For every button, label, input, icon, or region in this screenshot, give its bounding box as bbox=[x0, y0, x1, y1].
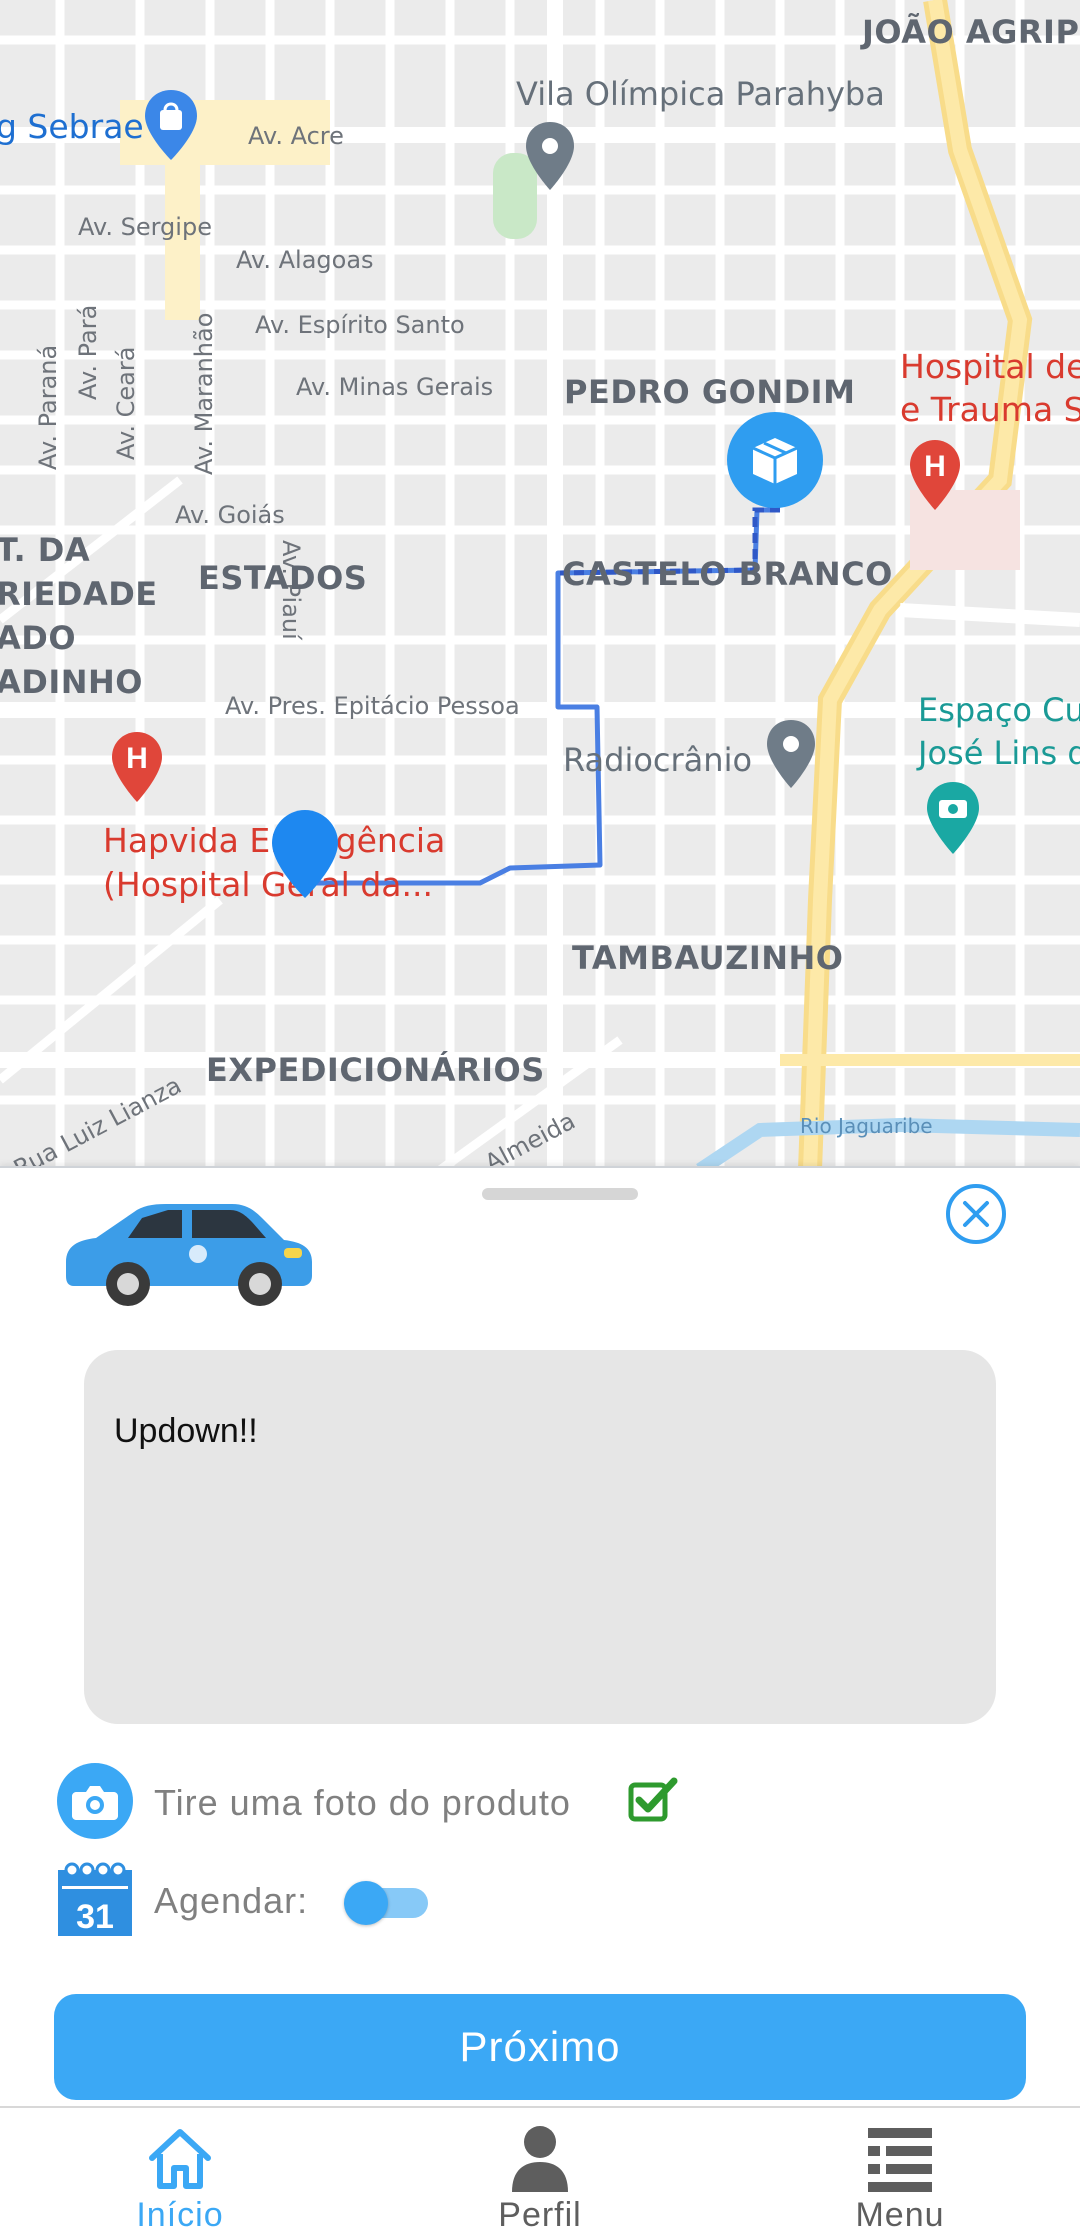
map-label-district: PEDRO GONDIM bbox=[564, 373, 856, 411]
bottom-navigation: Início Perfil Menu bbox=[0, 2106, 1080, 2235]
svg-text:H: H bbox=[924, 450, 946, 483]
map-label-river: Rio Jaguaribe bbox=[800, 1114, 933, 1138]
origin-pin-icon[interactable] bbox=[270, 808, 340, 900]
schedule-row: 31 Agendar: bbox=[56, 1860, 476, 1940]
photo-label: Tire uma foto do produto bbox=[154, 1782, 571, 1823]
checkbox-checked-icon[interactable] bbox=[628, 1776, 678, 1822]
map-label-district: T. DA bbox=[0, 531, 91, 569]
map-label-district: EXPEDICIONÁRIOS bbox=[206, 1051, 545, 1089]
map-label-street: Av. Maranhão bbox=[190, 312, 218, 475]
hospital-pin-icon[interactable]: H bbox=[110, 730, 164, 804]
map-label-street: Av. Ceará bbox=[112, 346, 140, 460]
map-label-poi: Hospital de bbox=[900, 347, 1080, 386]
map-label-poi: g Sebrae bbox=[0, 107, 144, 146]
camera-icon[interactable] bbox=[56, 1762, 134, 1840]
map-label-poi: Radiocrânio bbox=[563, 741, 753, 779]
map-label-district: ESTADOS bbox=[198, 559, 368, 597]
map-label-street: Av. Sergipe bbox=[78, 213, 212, 241]
close-icon[interactable] bbox=[944, 1182, 1008, 1246]
map-label-street: Av. Paraná bbox=[34, 344, 62, 470]
hospital-pin-icon[interactable]: H bbox=[908, 438, 962, 512]
note-text: Updown!! bbox=[114, 1412, 258, 1450]
car-icon bbox=[66, 1204, 312, 1306]
photo-row[interactable]: Tire uma foto do produto bbox=[56, 1762, 756, 1842]
poi-pin-icon[interactable] bbox=[524, 120, 576, 192]
order-bottom-sheet: Updown!! Tire uma foto do produto 31 Age… bbox=[0, 1166, 1080, 2108]
schedule-label: Agendar: bbox=[154, 1880, 309, 1921]
next-button[interactable]: Próximo bbox=[54, 1994, 1026, 2100]
schedule-toggle[interactable] bbox=[344, 1881, 428, 1925]
map-label-district: JOÃO AGRIPI bbox=[862, 13, 1080, 51]
map-label-district: ADO bbox=[0, 619, 77, 657]
nav-label: Início bbox=[136, 2196, 224, 2234]
map-label-street: Av. Goiás bbox=[175, 501, 285, 529]
map-label-poi: e Trauma S bbox=[900, 390, 1080, 429]
map-label-street: Av. Pará bbox=[74, 304, 102, 400]
map-label-street: Av. Alagoas bbox=[236, 246, 374, 274]
map-label-district: TAMBAUZINHO bbox=[572, 939, 844, 977]
poi-pin-icon[interactable] bbox=[765, 718, 817, 790]
svg-text:H: H bbox=[126, 742, 148, 775]
person-icon bbox=[512, 2126, 568, 2192]
map-label-poi: Espaço Cu bbox=[918, 691, 1080, 729]
nav-item-menu[interactable]: Menu bbox=[800, 2108, 1000, 2235]
calendar-icon: 31 bbox=[58, 1862, 132, 1936]
nav-item-inicio[interactable]: Início bbox=[80, 2108, 280, 2235]
map-label-street: Av. Minas Gerais bbox=[296, 373, 494, 401]
map-label-poi: (Hospital Geral da... bbox=[103, 865, 433, 904]
map-label-street: Av. Acre bbox=[248, 122, 344, 150]
map-view[interactable]: JOÃO AGRIPI Vila Olímpica Parahyba g Seb… bbox=[0, 0, 1080, 1170]
map-label-district: ADINHO bbox=[0, 663, 143, 701]
nav-label: Perfil bbox=[498, 2196, 582, 2234]
drag-handle[interactable] bbox=[482, 1188, 638, 1200]
home-icon bbox=[149, 2129, 211, 2189]
calendar-day: 31 bbox=[76, 1898, 114, 1936]
camera-pin-icon[interactable] bbox=[925, 780, 981, 856]
nav-item-perfil[interactable]: Perfil bbox=[440, 2108, 640, 2235]
map-label-district: RIEDADE bbox=[0, 575, 158, 613]
map-label-poi: Vila Olímpica Parahyba bbox=[516, 75, 885, 113]
menu-icon bbox=[868, 2128, 932, 2192]
note-textarea[interactable]: Updown!! bbox=[84, 1350, 996, 1724]
map-label-poi: José Lins d bbox=[918, 734, 1080, 772]
map-label-street: Av. Pres. Epitácio Pessoa bbox=[225, 692, 520, 720]
shopping-bag-icon[interactable] bbox=[143, 88, 199, 162]
map-label-street: Av. Espírito Santo bbox=[255, 311, 465, 339]
nav-label: Menu bbox=[855, 2196, 945, 2234]
package-marker-icon[interactable] bbox=[725, 410, 825, 510]
map-label-district: CASTELO BRANCO bbox=[562, 555, 893, 593]
